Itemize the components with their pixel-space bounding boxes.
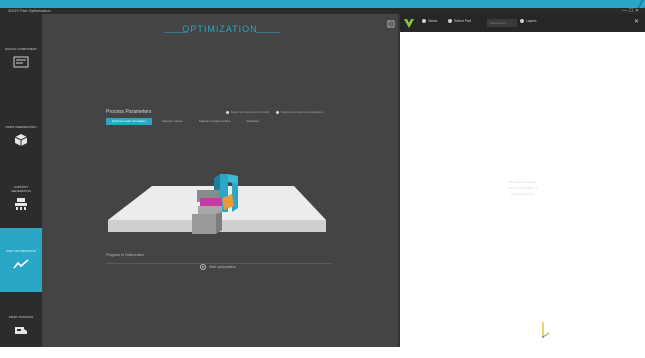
sidebar-item-part-optimization[interactable]: PART OPTIMIZATION <box>0 228 42 292</box>
top-accent-stripe <box>0 0 645 8</box>
sidebar: DIGITAL COMPONENT PRINT PREPARATION SUPP… <box>0 14 42 347</box>
sidebar-item-support-generation[interactable]: SUPPORT GENERATION <box>0 166 42 230</box>
start-optimization-label: Start optimization <box>209 265 237 269</box>
radio-dot-icon <box>226 110 229 114</box>
sidebar-item-label: SUPPORT GENERATION <box>11 185 31 193</box>
sidebar-item-print-preparation[interactable]: PRINT PREPARATION <box>0 104 42 168</box>
progress-title: Progress of Optimization <box>106 253 145 257</box>
results-toolbar: Views Select Part Show Layer Layers ✕ <box>400 14 645 32</box>
options-title: Process Parameters <box>106 109 152 115</box>
tab-distortion[interactable]: Distortion <box>241 118 266 125</box>
cube-icon <box>13 133 29 147</box>
title-rule-right <box>256 32 280 33</box>
empty-message-line: Run an optimization to <box>507 186 538 190</box>
sidebar-item-digital-component[interactable]: DIGITAL COMPONENT <box>0 26 42 90</box>
tab-build-orientation[interactable]: Optimize build orientation <box>106 118 152 125</box>
sidebar-item-label: PART OPTIMIZATION <box>6 249 36 253</box>
radio-dot-icon <box>276 110 279 114</box>
page-title: OPTIMIZATION <box>182 24 258 34</box>
layers-icon <box>520 19 524 23</box>
option-tabs: Optimize build orientation Support volum… <box>106 118 265 125</box>
layer-field[interactable]: Show Layer <box>487 19 517 27</box>
axis-orientation-icon <box>542 322 550 338</box>
tab-support-volume[interactable]: Support volume <box>156 118 189 125</box>
printer-icon <box>13 323 29 337</box>
radio-label: Keep full component in build <box>231 110 269 114</box>
radio-label: Optimize component orientation <box>281 110 324 114</box>
support-icon <box>13 197 29 211</box>
toolbar-select-part[interactable]: Select Part <box>448 19 471 23</box>
main-panel: OPTIMIZATION Process Parameters Keep ful… <box>42 14 398 347</box>
empty-message-line: show results here <box>510 192 535 196</box>
toolbar-views[interactable]: Views <box>422 19 437 23</box>
sidebar-item-label: PRINT PREPARATION <box>5 125 37 129</box>
sidebar-item-print-process[interactable]: PRINT PROCESS <box>0 294 42 358</box>
empty-message-line: No results to display <box>508 180 536 184</box>
start-optimization-button[interactable]: Start optimization <box>200 264 236 270</box>
app-window: 3DGS Part Optimization — ☐ ✕ DIGITAL COM… <box>0 0 645 347</box>
toolbar-layers[interactable]: Layers <box>520 19 537 23</box>
sidebar-item-label: DIGITAL COMPONENT <box>5 47 37 51</box>
build-plate-3d-view[interactable] <box>104 134 334 256</box>
chart-line-icon <box>13 257 29 271</box>
select-part-icon <box>448 19 452 23</box>
results-panel: Views Select Part Show Layer Layers ✕ No… <box>400 14 645 347</box>
sidebar-item-label: PRINT PROCESS <box>8 315 34 319</box>
logo-icon <box>404 19 414 28</box>
component-icon <box>13 55 29 69</box>
toolbar-label: Select Part <box>454 19 472 23</box>
play-icon <box>200 264 206 270</box>
views-icon <box>422 19 426 23</box>
settings-icon[interactable] <box>387 20 395 28</box>
toolbar-label: Views <box>428 19 438 23</box>
close-icon[interactable]: ✕ <box>634 18 639 25</box>
tab-support-contact[interactable]: Support contact surface <box>193 118 237 125</box>
radio-keep-full[interactable]: Keep full component in build <box>226 110 269 114</box>
toolbar-label: Layers <box>526 19 537 23</box>
radio-optimize-orientation[interactable]: Optimize component orientation <box>276 110 323 114</box>
